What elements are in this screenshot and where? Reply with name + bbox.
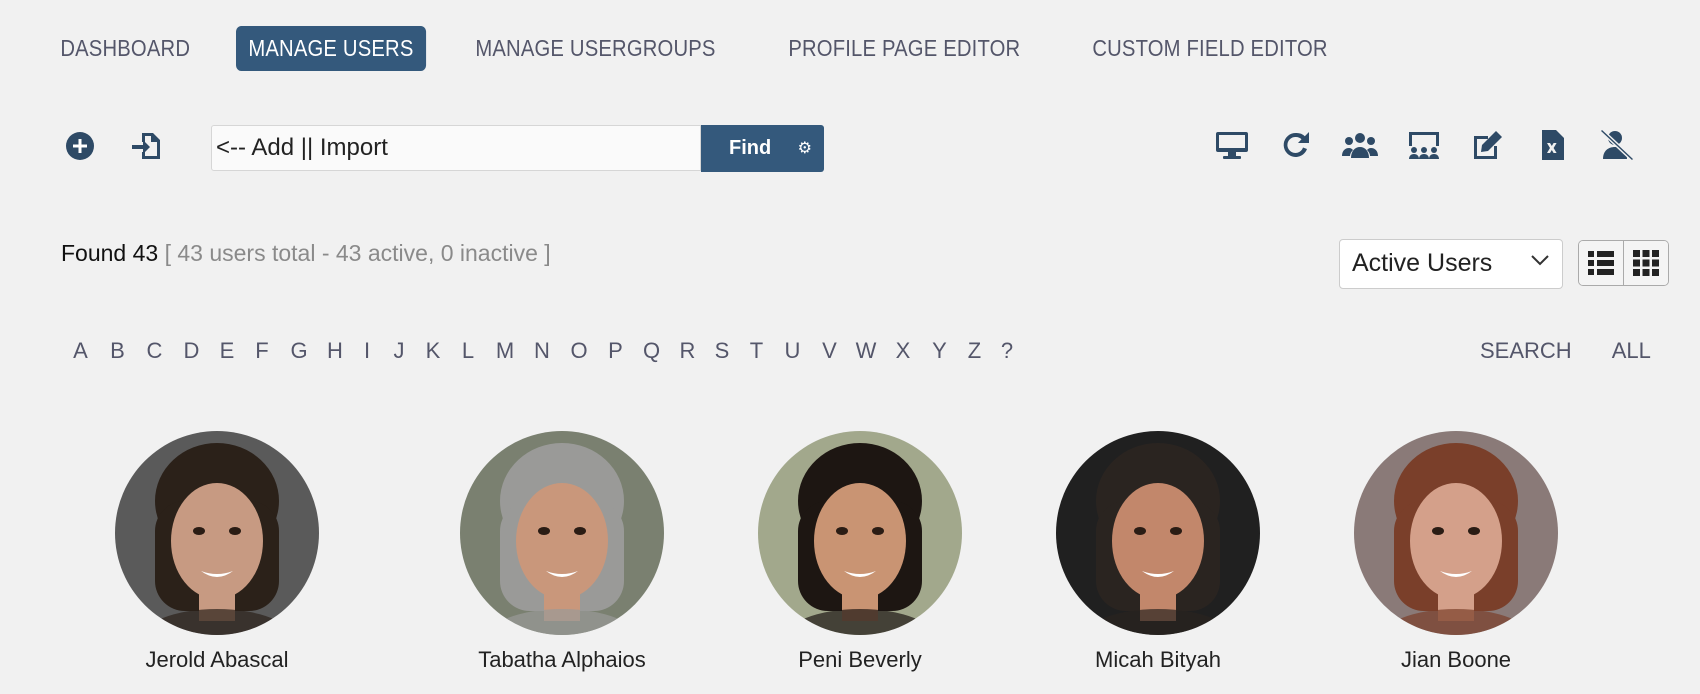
alpha-letter-g[interactable]: G [280,338,318,364]
users-group-icon[interactable] [1342,127,1378,163]
user-card[interactable]: Micah Bityah [1009,431,1307,673]
tab-profile-page-editor[interactable]: PROFILE PAGE EDITOR [776,26,1033,71]
grid-view-button[interactable] [1623,241,1668,285]
import-icon[interactable] [128,128,164,164]
alpha-letter-other[interactable]: ? [992,338,1022,364]
alpha-letter-s[interactable]: S [705,338,739,364]
alpha-letter-x[interactable]: X [884,338,922,364]
add-user-icon[interactable] [62,128,98,164]
list-view-button[interactable] [1579,241,1623,285]
results-summary: Found 43 [ 43 users total - 43 active, 0… [61,240,551,267]
chevron-down-icon [1530,250,1550,273]
alpha-letter-t[interactable]: T [739,338,774,364]
found-count: Found 43 [61,240,159,266]
users-total-meta: [ 43 users total - 43 active, 0 inactive… [164,240,551,266]
alpha-letter-u[interactable]: U [774,338,811,364]
view-toggle [1578,240,1669,286]
alpha-letter-d[interactable]: D [173,338,210,364]
alphabet-extra: SEARCH ALL [1480,338,1651,364]
alpha-letter-p[interactable]: P [598,338,633,364]
avatar[interactable] [460,431,664,635]
alpha-letter-o[interactable]: O [560,338,598,364]
user-name[interactable]: Jerold Abascal [145,647,288,673]
left-toolbar [62,128,164,164]
user-name[interactable]: Jian Boone [1401,647,1511,673]
users-chalkboard-icon[interactable] [1406,127,1442,163]
alpha-letter-k[interactable]: K [416,338,450,364]
tab-dashboard[interactable]: DASHBOARD [48,26,202,71]
user-status-select[interactable]: Active Users [1339,239,1563,289]
alpha-letter-y[interactable]: Y [922,338,957,364]
user-slash-icon[interactable] [1598,127,1634,163]
search-input[interactable]: <-- Add || Import [211,125,701,171]
alpha-letter-c[interactable]: C [136,338,173,364]
refresh-icon[interactable] [1278,127,1314,163]
user-status-selected: Active Users [1352,249,1493,277]
gear-icon[interactable]: ⚙ [798,138,812,158]
avatar[interactable] [1354,431,1558,635]
user-card[interactable]: Jerold Abascal [115,431,319,673]
desktop-icon[interactable] [1214,127,1250,163]
alpha-letter-a[interactable]: A [62,338,99,364]
grid-view-icon [1633,250,1659,276]
alpha-letter-q[interactable]: Q [633,338,670,364]
excel-file-icon[interactable] [1534,127,1570,163]
find-button-label: Find [729,137,772,159]
alpha-letter-h[interactable]: H [318,338,352,364]
alpha-letter-l[interactable]: L [450,338,486,364]
user-name[interactable]: Peni Beverly [798,647,922,673]
avatar[interactable] [758,431,962,635]
list-view-icon [1588,251,1614,275]
alpha-letter-j[interactable]: J [382,338,416,364]
avatar[interactable] [115,431,319,635]
alpha-all-link[interactable]: ALL [1612,338,1651,364]
alpha-search-link[interactable]: SEARCH [1480,338,1572,364]
main-nav: DASHBOARD MANAGE USERS MANAGE USERGROUPS… [48,26,1387,71]
alpha-letter-n[interactable]: N [524,338,560,364]
user-grid: Jerold Abascal Tabatha Alphaios Peni Bever… [115,431,1605,673]
alpha-letter-r[interactable]: R [670,338,705,364]
tab-manage-usergroups[interactable]: MANAGE USERGROUPS [463,26,728,71]
alpha-letter-w[interactable]: W [848,338,884,364]
user-name[interactable]: Tabatha Alphaios [478,647,646,673]
user-card[interactable]: Peni Beverly [711,431,1009,673]
alpha-letter-z[interactable]: Z [957,338,992,364]
user-card[interactable]: Jian Boone [1307,431,1605,673]
alpha-letter-i[interactable]: I [352,338,382,364]
alpha-letter-b[interactable]: B [99,338,136,364]
alpha-letter-m[interactable]: M [486,338,524,364]
find-button[interactable]: Find ⚙ [701,125,824,172]
alpha-letter-e[interactable]: E [210,338,244,364]
tab-custom-field-editor[interactable]: CUSTOM FIELD EDITOR [1080,26,1340,71]
tab-manage-users[interactable]: MANAGE USERS [235,26,426,71]
edit-icon[interactable] [1470,127,1506,163]
user-name[interactable]: Micah Bityah [1095,647,1221,673]
alpha-letter-v[interactable]: V [811,338,848,364]
user-card[interactable]: Tabatha Alphaios [413,431,711,673]
alphabet-filter: A B C D E F G H I J K L M N O P Q R S T U V W X Y Z? [62,338,1022,364]
right-toolbar [1214,127,1634,163]
alpha-letter-f[interactable]: F [244,338,280,364]
avatar[interactable] [1056,431,1260,635]
